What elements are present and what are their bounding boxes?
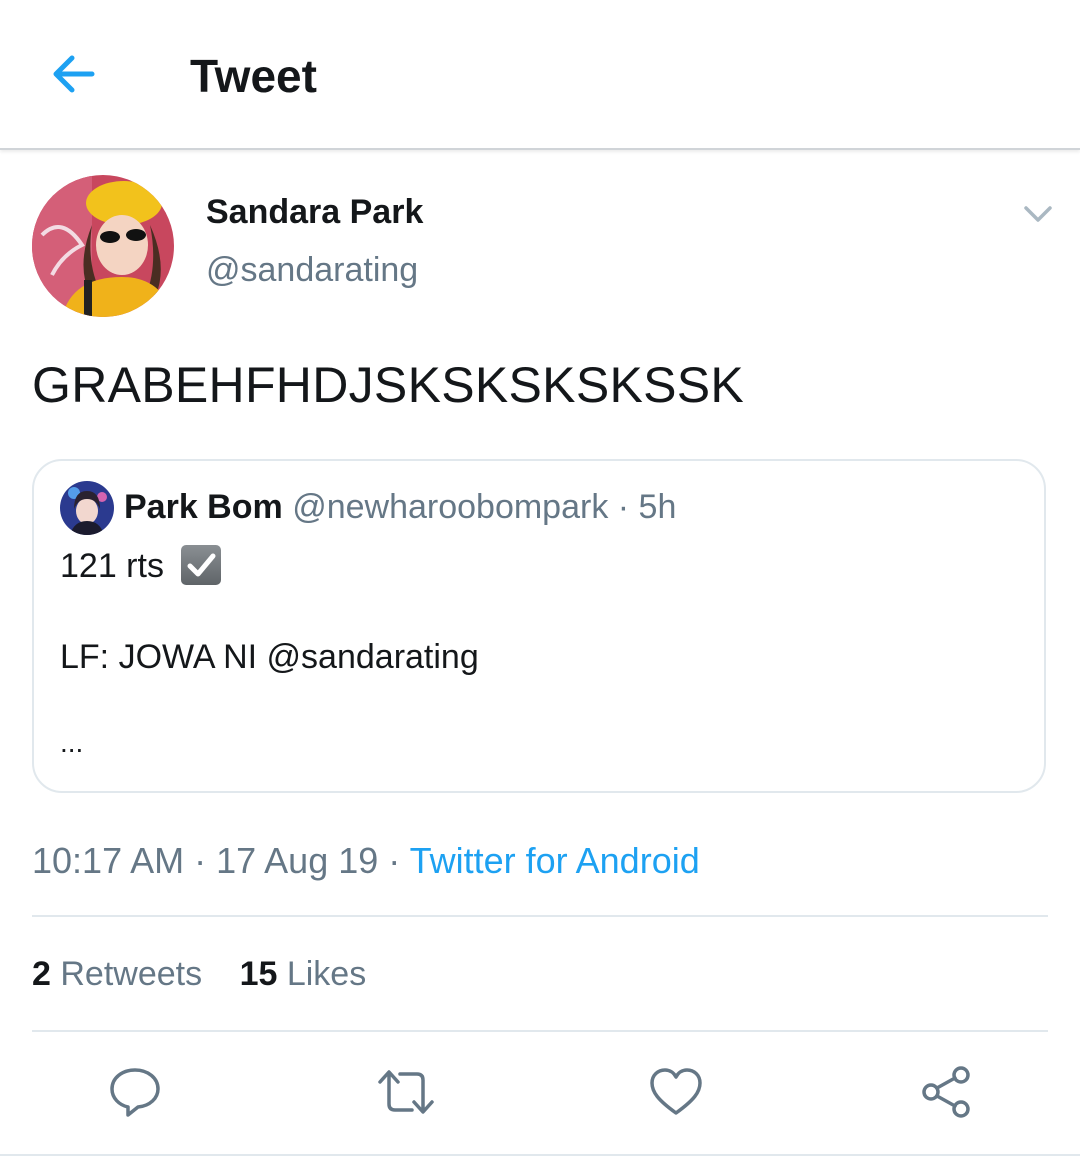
- arrow-left-icon: [53, 55, 95, 93]
- back-button[interactable]: [48, 50, 100, 98]
- likes-label: Likes: [286, 955, 367, 993]
- tweet-text: GRABEHFHDJSKSKSKSKSSK: [32, 357, 745, 413]
- tweet-options-button[interactable]: [1020, 198, 1056, 230]
- quoted-tweet-line-2: LF: JOWA NI @sandarating: [60, 638, 479, 676]
- retweet-icon: [378, 1070, 434, 1114]
- author-avatar[interactable]: [32, 175, 174, 317]
- likes-count: 15: [239, 955, 278, 993]
- quoted-tweet-ellipsis: ...: [60, 727, 84, 758]
- reply-icon: [110, 1068, 160, 1117]
- chevron-down-icon: [1024, 206, 1052, 222]
- top-bar: Tweet: [0, 0, 1080, 150]
- divider: [32, 1030, 1048, 1032]
- retweets-label: Retweets: [60, 955, 203, 993]
- heart-icon: [650, 1068, 702, 1115]
- quoted-tweet-age: · 5h: [608, 488, 677, 526]
- tweet-timestamp: 10:17 AM · 17 Aug 19 · Twitter for Andro…: [32, 840, 700, 882]
- reply-button[interactable]: [107, 1064, 163, 1120]
- retweet-button[interactable]: [376, 1064, 434, 1120]
- quoted-tweet-line-1-text: 121 rts: [60, 547, 164, 585]
- quoted-tweet-header: Park Bom @newharoobompark · 5h: [124, 487, 676, 527]
- timestamp-text: 10:17 AM · 17 Aug 19 ·: [32, 840, 410, 881]
- share-icon: [922, 1066, 970, 1118]
- quoted-tweet-card[interactable]: Park Bom @newharoobompark · 5h 121 rts L…: [32, 459, 1046, 793]
- quoted-author-handle: @newharoobompark: [292, 488, 609, 526]
- quoted-author-name: Park Bom: [124, 488, 283, 526]
- retweets-stat[interactable]: 2 Retweets: [32, 954, 202, 994]
- retweets-count: 2: [32, 955, 51, 993]
- like-button[interactable]: [648, 1064, 704, 1120]
- author-handle[interactable]: @sandarating: [206, 250, 418, 290]
- divider: [0, 1154, 1080, 1156]
- likes-stat[interactable]: 15 Likes: [240, 954, 367, 994]
- share-button[interactable]: [918, 1064, 974, 1120]
- quoted-tweet-line-1: 121 rts: [60, 545, 222, 586]
- avatar-image: [32, 175, 174, 317]
- quoted-avatar-image: [60, 481, 114, 535]
- check-mark-icon: [181, 545, 222, 585]
- page-title: Tweet: [190, 50, 317, 102]
- engagement-stats: 2 Retweets 15 Likes: [32, 954, 366, 994]
- source-link[interactable]: Twitter for Android: [410, 840, 700, 881]
- quoted-author-avatar: [60, 481, 114, 535]
- author-name[interactable]: Sandara Park: [206, 192, 423, 232]
- divider: [32, 915, 1048, 917]
